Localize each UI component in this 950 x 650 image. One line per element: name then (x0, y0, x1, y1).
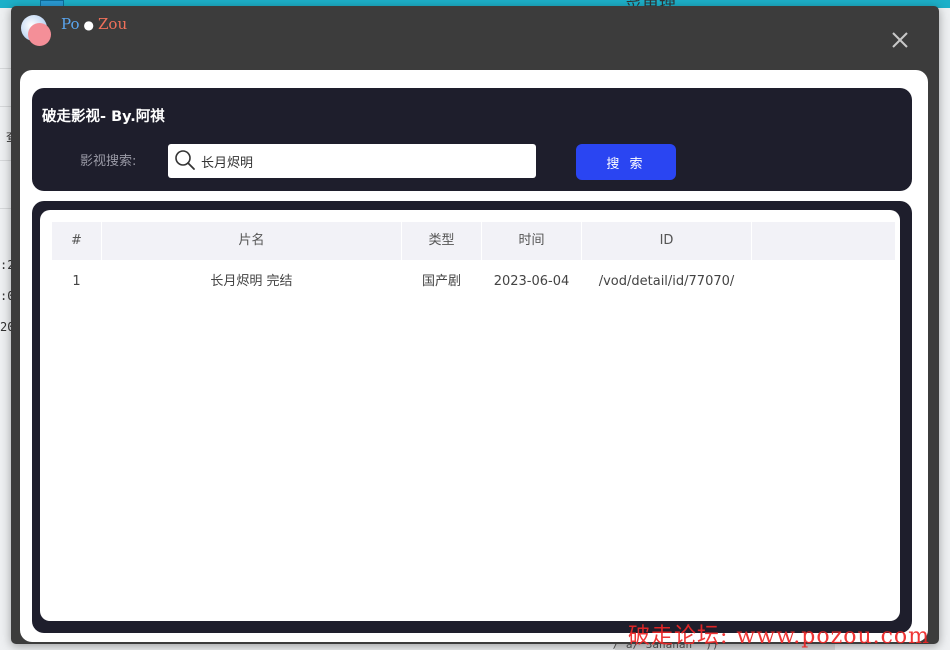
cell-time: 2023-06-04 (493, 274, 570, 289)
search-panel: 破走影视- By.阿祺 影视搜索: 搜 索 (32, 88, 912, 191)
search-button[interactable]: 搜 索 (576, 144, 676, 180)
search-icon (175, 150, 195, 170)
app-logo (20, 14, 54, 46)
close-icon (892, 32, 908, 48)
column-header-id: ID (582, 222, 751, 260)
close-button[interactable] (889, 29, 911, 51)
watermark: 破走论坛: www.pozou.com (628, 624, 931, 649)
column-header-time: 时间 (482, 222, 581, 260)
brand-dot: ● (83, 18, 94, 32)
dialog-content: 破走影视- By.阿祺 影视搜索: 搜 索 # 片名 类型 时间 (20, 70, 928, 642)
brand-po: Po (61, 15, 80, 33)
search-box[interactable] (168, 144, 536, 178)
column-header-name: 片名 (102, 222, 401, 260)
column-header-index: # (52, 222, 101, 260)
dialog-window: Po● Zou 破走影视- By.阿祺 影视搜索: 搜 索 (11, 6, 939, 644)
cell-index: 1 (72, 274, 81, 289)
brand-zou: Zou (98, 15, 128, 33)
cell-id: /vod/detail/id/77070/ (598, 274, 735, 289)
table-header: # 片名 类型 时间 ID (52, 222, 895, 260)
results-container: # 片名 类型 时间 ID 1 长月烬明 完结 国产剧 2023-06-04 /… (40, 210, 900, 621)
cell-type: 国产剧 (421, 274, 461, 289)
app-brand: Po ● Zou (61, 15, 127, 33)
column-header-extra (752, 222, 895, 260)
search-input[interactable] (201, 147, 526, 175)
cell-name: 长月烬明 完结 (210, 274, 293, 289)
results-panel: # 片名 类型 时间 ID 1 长月烬明 完结 国产剧 2023-06-04 /… (32, 201, 912, 633)
panel-title: 破走影视- By.阿祺 (42, 109, 165, 125)
search-label: 影视搜索: (80, 154, 137, 169)
column-header-type: 类型 (402, 222, 481, 260)
